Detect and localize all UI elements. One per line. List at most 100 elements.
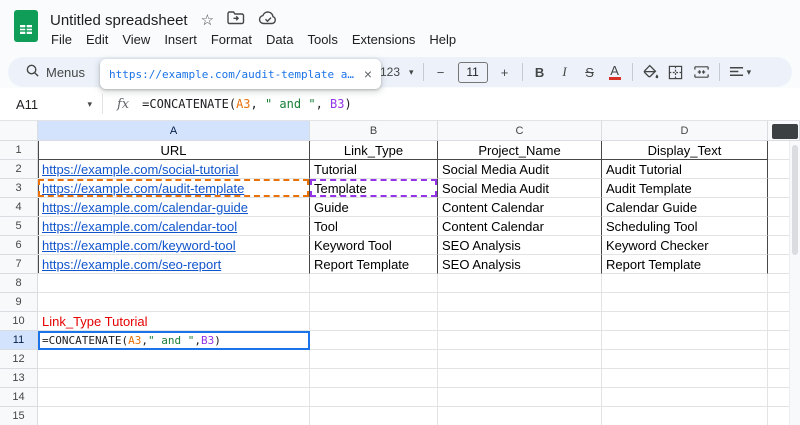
cell-D10[interactable] bbox=[602, 312, 768, 331]
cell-D12[interactable] bbox=[602, 350, 768, 369]
cell-A11[interactable]: =CONCATENATE(A3, " and ", B3) bbox=[38, 331, 310, 350]
cell-B14[interactable] bbox=[310, 388, 438, 407]
menu-help[interactable]: Help bbox=[422, 30, 463, 49]
row-header-13[interactable]: 13 bbox=[0, 369, 38, 388]
cell-D14[interactable] bbox=[602, 388, 768, 407]
row-header-7[interactable]: 7 bbox=[0, 255, 38, 274]
cell-A5[interactable]: https://example.com/calendar-tool bbox=[38, 217, 310, 236]
cell-C13[interactable] bbox=[438, 369, 602, 388]
column-header-D[interactable]: D bbox=[602, 121, 768, 141]
cell-C1[interactable]: Project_Name bbox=[438, 141, 602, 160]
row-header-8[interactable]: 8 bbox=[0, 274, 38, 293]
cell-A7[interactable]: https://example.com/seo-report bbox=[38, 255, 310, 274]
strikethrough-button[interactable]: S bbox=[582, 61, 598, 83]
cell-A3[interactable]: https://example.com/audit-template bbox=[38, 179, 310, 198]
column-header-B[interactable]: B bbox=[310, 121, 438, 141]
text-color-button[interactable]: A bbox=[607, 61, 623, 83]
cell-C7[interactable]: SEO Analysis bbox=[438, 255, 602, 274]
row-header-11[interactable]: 11 bbox=[0, 331, 38, 350]
cell-link[interactable]: https://example.com/keyword-tool bbox=[42, 238, 236, 253]
cell-D11[interactable] bbox=[602, 331, 768, 350]
cell-A1[interactable]: URL bbox=[38, 141, 310, 160]
cell-D1[interactable]: Display_Text bbox=[602, 141, 768, 160]
row-header-9[interactable]: 9 bbox=[0, 293, 38, 312]
menu-tools[interactable]: Tools bbox=[300, 30, 344, 49]
cell-C3[interactable]: Social Media Audit bbox=[438, 179, 602, 198]
cell-C8[interactable] bbox=[438, 274, 602, 293]
cell-C12[interactable] bbox=[438, 350, 602, 369]
cell-B2[interactable]: Tutorial bbox=[310, 160, 438, 179]
row-header-1[interactable]: 1 bbox=[0, 141, 38, 160]
cell-link[interactable]: https://example.com/calendar-guide bbox=[42, 200, 248, 215]
cell-B3[interactable]: Template bbox=[310, 179, 438, 198]
row-header-12[interactable]: 12 bbox=[0, 350, 38, 369]
row-header-2[interactable]: 2 bbox=[0, 160, 38, 179]
cell-A2[interactable]: https://example.com/social-tutorial bbox=[38, 160, 310, 179]
cell-B15[interactable] bbox=[310, 407, 438, 425]
row-header-10[interactable]: 10 bbox=[0, 312, 38, 331]
cell-link[interactable]: https://example.com/audit-template bbox=[42, 181, 244, 196]
font-dropdown-caret-icon[interactable]: ▾ bbox=[409, 67, 414, 78]
cell-A10[interactable]: Link_Type Tutorial bbox=[38, 312, 310, 331]
merge-cells-button[interactable] bbox=[693, 61, 710, 83]
fill-color-button[interactable] bbox=[642, 61, 659, 83]
cell-A8[interactable] bbox=[38, 274, 310, 293]
cell-D5[interactable]: Scheduling Tool bbox=[602, 217, 768, 236]
row-header-4[interactable]: 4 bbox=[0, 198, 38, 217]
cell-C10[interactable] bbox=[438, 312, 602, 331]
cell-D15[interactable] bbox=[602, 407, 768, 425]
cell-C15[interactable] bbox=[438, 407, 602, 425]
cell-B11[interactable] bbox=[310, 331, 438, 350]
cell-C4[interactable]: Content Calendar bbox=[438, 198, 602, 217]
cell-B9[interactable] bbox=[310, 293, 438, 312]
row-header-15[interactable]: 15 bbox=[0, 407, 38, 425]
cell-A6[interactable]: https://example.com/keyword-tool bbox=[38, 236, 310, 255]
menu-view[interactable]: View bbox=[115, 30, 157, 49]
font-size-input[interactable]: 11 bbox=[458, 62, 488, 83]
scroll-corner-button[interactable] bbox=[772, 124, 798, 139]
row-header-5[interactable]: 5 bbox=[0, 217, 38, 236]
cell-B10[interactable] bbox=[310, 312, 438, 331]
cell-B6[interactable]: Keyword Tool bbox=[310, 236, 438, 255]
horizontal-align-button[interactable]: ▾ bbox=[729, 61, 752, 83]
bold-button[interactable]: B bbox=[532, 61, 548, 83]
document-title[interactable]: Untitled spreadsheet bbox=[50, 12, 188, 29]
decrease-font-size-button[interactable]: − bbox=[433, 61, 449, 83]
cell-B8[interactable] bbox=[310, 274, 438, 293]
cell-B12[interactable] bbox=[310, 350, 438, 369]
cell-B4[interactable]: Guide bbox=[310, 198, 438, 217]
cell-A4[interactable]: https://example.com/calendar-guide bbox=[38, 198, 310, 217]
cell-C9[interactable] bbox=[438, 293, 602, 312]
cell-D7[interactable]: Report Template bbox=[602, 255, 768, 274]
star-icon[interactable]: ☆ bbox=[201, 13, 214, 28]
row-header-6[interactable]: 6 bbox=[0, 236, 38, 255]
menu-data[interactable]: Data bbox=[259, 30, 300, 49]
cell-B7[interactable]: Report Template bbox=[310, 255, 438, 274]
sheets-logo-icon[interactable] bbox=[14, 10, 38, 47]
move-folder-icon[interactable] bbox=[227, 11, 245, 30]
cell-D2[interactable]: Audit Tutorial bbox=[602, 160, 768, 179]
increase-font-size-button[interactable]: + bbox=[497, 61, 513, 83]
cloud-save-status-icon[interactable] bbox=[258, 11, 278, 30]
close-icon[interactable]: × bbox=[364, 66, 372, 82]
cell-D6[interactable]: Keyword Checker bbox=[602, 236, 768, 255]
cell-C14[interactable] bbox=[438, 388, 602, 407]
italic-button[interactable]: I bbox=[557, 61, 573, 83]
cell-link[interactable]: https://example.com/calendar-tool bbox=[42, 219, 237, 234]
cell-A15[interactable] bbox=[38, 407, 310, 425]
vertical-scrollbar-thumb[interactable] bbox=[792, 145, 798, 255]
cell-A12[interactable] bbox=[38, 350, 310, 369]
cell-link[interactable]: https://example.com/seo-report bbox=[42, 257, 221, 272]
borders-button[interactable] bbox=[668, 61, 684, 83]
formula-input[interactable]: =CONCATENATE(A3, " and ", B3) bbox=[142, 97, 352, 111]
cell-link[interactable]: https://example.com/social-tutorial bbox=[42, 162, 239, 177]
name-box[interactable]: A11 ▾ bbox=[0, 97, 102, 112]
cell-B1[interactable]: Link_Type bbox=[310, 141, 438, 160]
menu-insert[interactable]: Insert bbox=[157, 30, 204, 49]
menu-extensions[interactable]: Extensions bbox=[345, 30, 423, 49]
cell-A13[interactable] bbox=[38, 369, 310, 388]
cell-D9[interactable] bbox=[602, 293, 768, 312]
row-header-14[interactable]: 14 bbox=[0, 388, 38, 407]
cell-C2[interactable]: Social Media Audit bbox=[438, 160, 602, 179]
cell-A14[interactable] bbox=[38, 388, 310, 407]
